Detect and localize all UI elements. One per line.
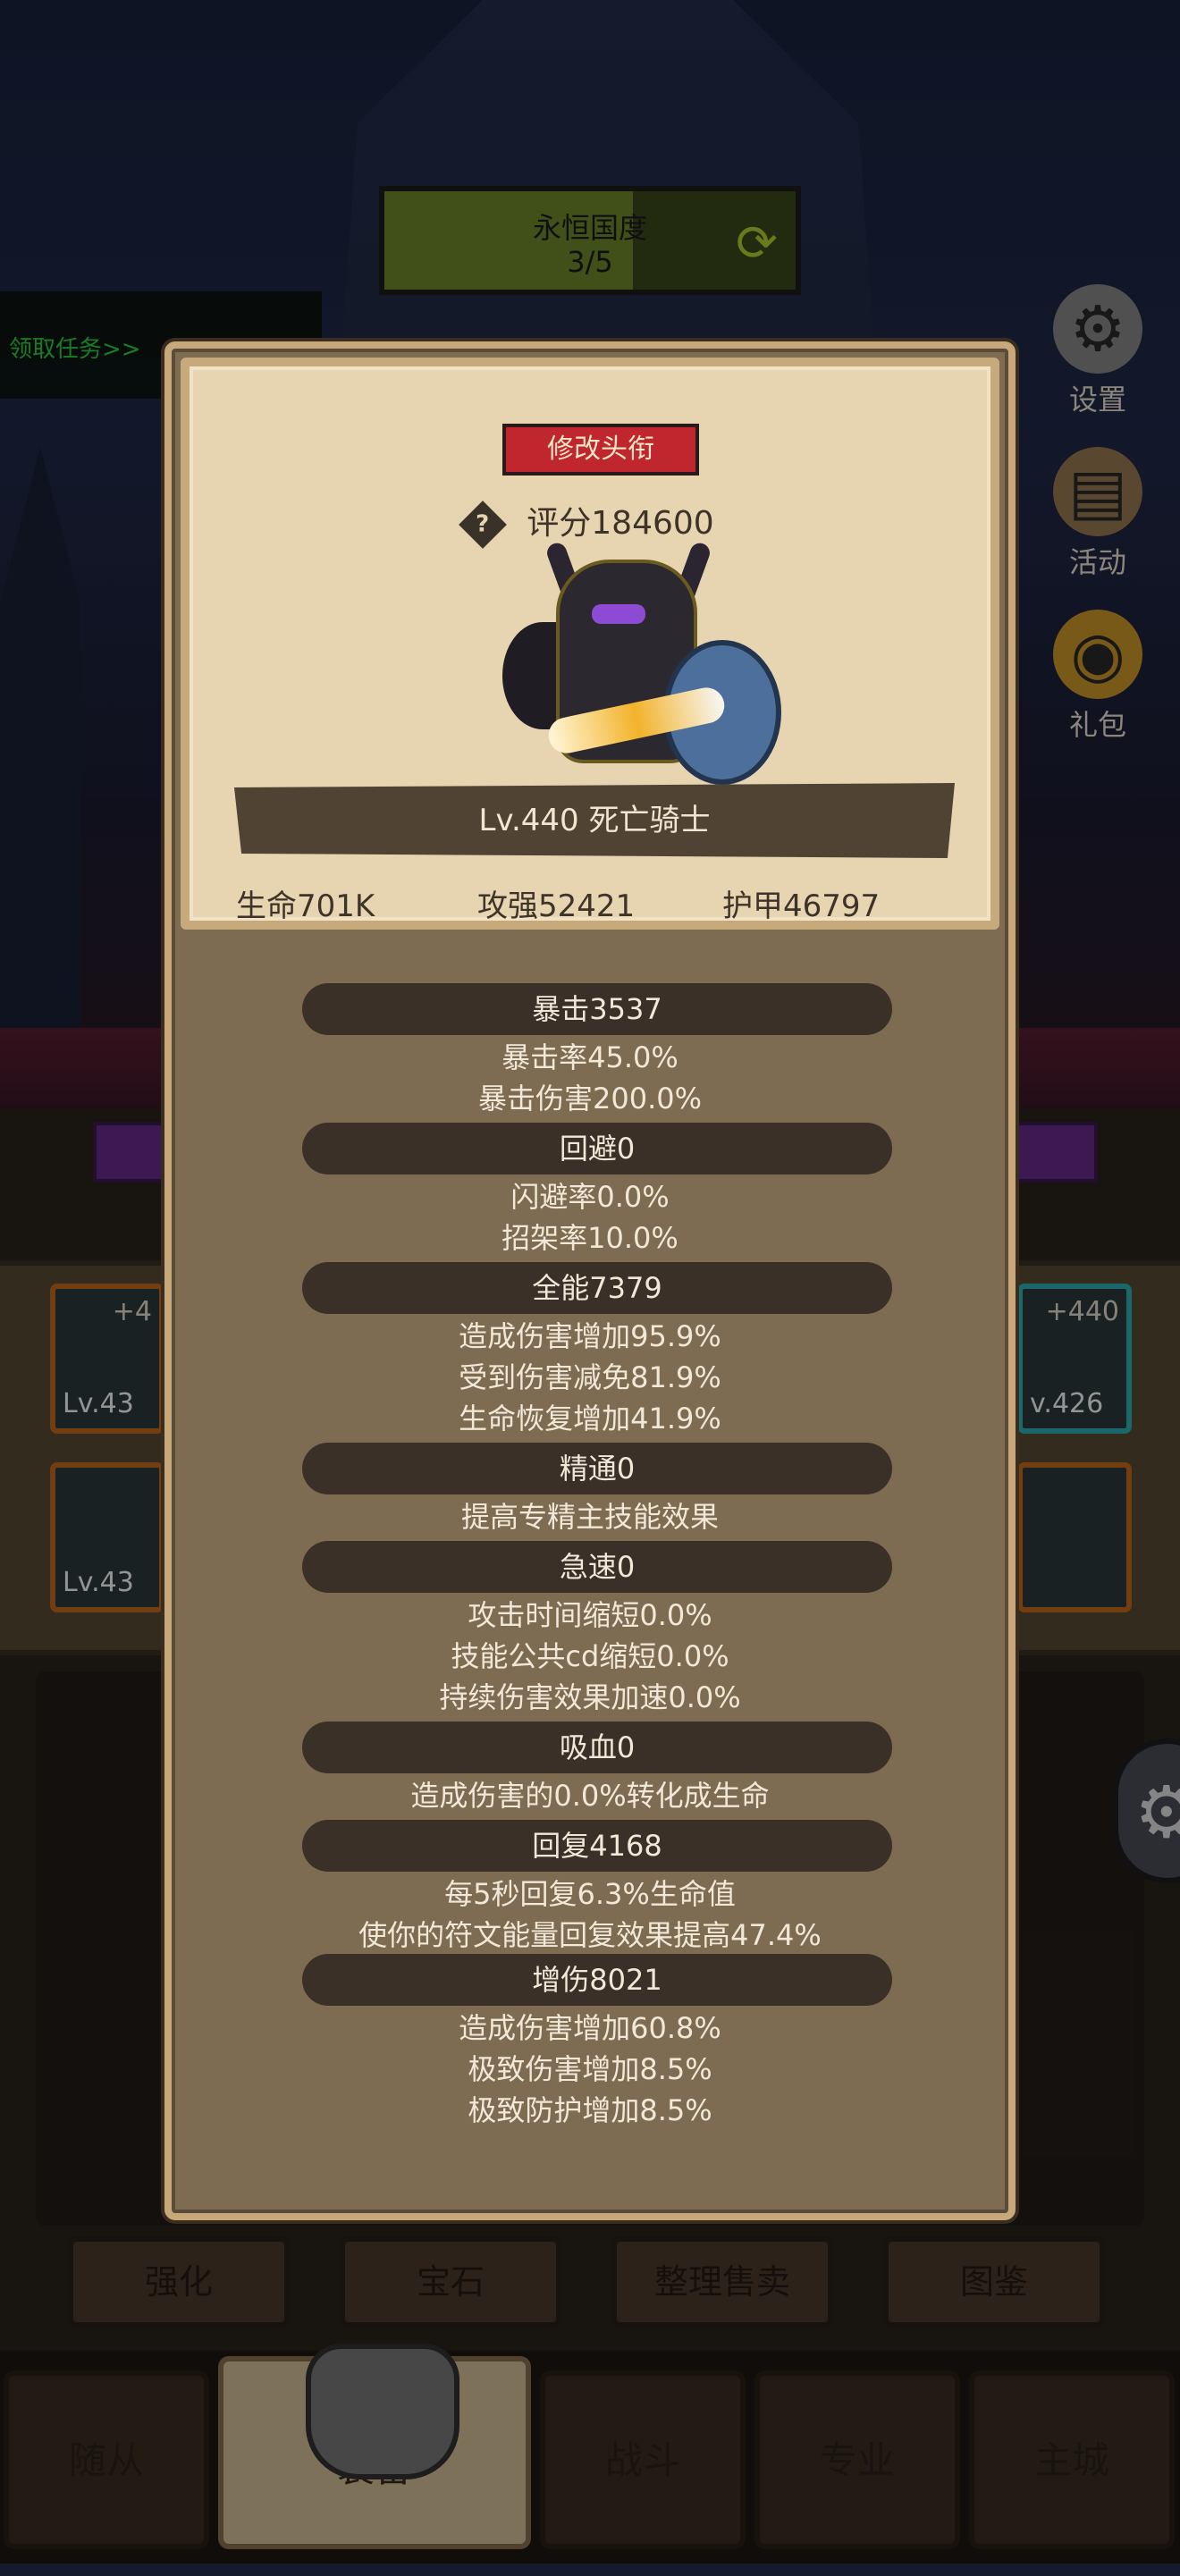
stat-line: 每5秒回复6.3%生命值 (444, 1877, 736, 1911)
stat-line: 提高专精主技能效果 (460, 1500, 719, 1534)
stat-hp: 生命701K (236, 888, 375, 924)
section-header-crit: 暴击3537 (302, 983, 892, 1035)
stat-line: 造成伤害增加95.9% (459, 1319, 721, 1353)
score-row: ? 评分184600 (190, 497, 990, 549)
stat-line: 暴击伤害200.0% (477, 1082, 703, 1115)
stat-line: 招架率10.0% (502, 1221, 678, 1255)
section-header-versatility: 全能7379 (302, 1262, 892, 1314)
stat-line: 造成伤害增加60.8% (459, 2011, 721, 2045)
stat-line: 受到伤害减免81.9% (459, 1360, 721, 1394)
character-visor (592, 604, 645, 624)
section-header-damage-increase: 增伤8021 (302, 1954, 892, 2006)
stat-line: 生命恢复增加41.9% (459, 1402, 721, 1435)
edit-title-button[interactable]: 修改头衔 (502, 424, 699, 476)
section-header-haste: 急速0 (302, 1541, 892, 1593)
stat-line: 使你的符文能量回复效果提高47.4% (358, 1918, 822, 1952)
section-header-avoidance: 回避0 (302, 1123, 892, 1174)
help-icon[interactable]: ? (459, 501, 508, 549)
stat-line: 暴击率45.0% (502, 1040, 678, 1074)
stat-line: 技能公共cd缩短0.0% (451, 1639, 729, 1673)
character-stats-modal: 修改头衔 ? 评分184600 Lv.440 死亡骑士 生命701K 攻强5242… (164, 341, 1016, 2220)
section-header-mastery: 精通0 (302, 1443, 892, 1494)
section-header-regen: 回复4168 (302, 1820, 892, 1872)
stat-line: 持续伤害效果加速0.0% (439, 1680, 741, 1714)
score-text: 评分184600 (527, 505, 714, 542)
stat-attack-power: 攻强52421 (477, 888, 636, 924)
character-name-banner: Lv.440 死亡骑士 (234, 783, 955, 858)
stat-line: 极致防护增加8.5% (468, 2093, 712, 2127)
stat-line: 攻击时间缩短0.0% (468, 1598, 712, 1632)
section-header-lifesteal: 吸血0 (302, 1722, 892, 1773)
stat-line: 造成伤害的0.0%转化成生命 (410, 1779, 770, 1813)
stat-line: 闪避率0.0% (510, 1180, 670, 1214)
stat-armor: 护甲46797 (722, 888, 881, 924)
character-portrait (502, 540, 781, 785)
stat-line: 极致伤害增加8.5% (468, 2052, 712, 2086)
character-card: 修改头衔 ? 评分184600 Lv.440 死亡骑士 生命701K 攻强5242… (181, 358, 999, 930)
